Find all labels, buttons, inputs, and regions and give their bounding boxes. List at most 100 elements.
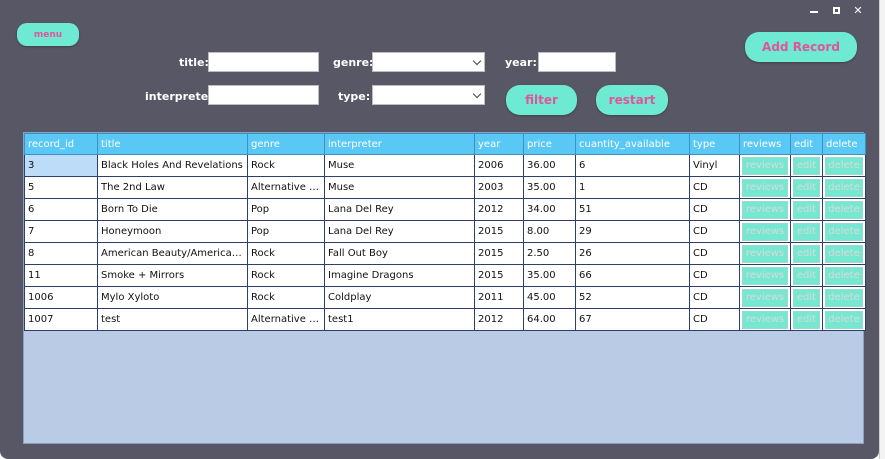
cell-title[interactable]: Mylo Xyloto (97, 286, 248, 309)
add-record-button[interactable]: Add Record (745, 32, 857, 62)
cell-interpreter[interactable]: Muse (324, 154, 475, 177)
cell-genre[interactable]: Rock (247, 286, 325, 309)
cell-record-id[interactable]: 11 (24, 264, 98, 287)
cell-year[interactable]: 2011 (474, 286, 524, 309)
delete-button[interactable]: delete (825, 288, 863, 307)
cell-record-id[interactable]: 1006 (24, 286, 98, 309)
cell-year[interactable]: 2015 (474, 242, 524, 265)
type-select[interactable] (372, 85, 485, 105)
cell-price[interactable]: 45.00 (523, 286, 576, 309)
cell-interpreter[interactable]: test1 (324, 308, 475, 331)
records-grid[interactable]: record_id title genre interpreter year price c… (23, 132, 866, 444)
table-row[interactable]: 7 Honeymoon Pop Lana Del Rey 2015 8.00 29 CD rev… (24, 220, 866, 243)
edit-button[interactable]: edit (793, 288, 820, 307)
table-row[interactable]: 11 Smoke + Mirrors Rock Imagine Dragons 2015… (24, 264, 866, 287)
title-input[interactable] (208, 52, 319, 72)
delete-button[interactable]: delete (825, 200, 863, 219)
table-row[interactable]: 6 Born To Die Pop Lana Del Rey 2012 34.00 51 CD… (24, 198, 866, 221)
cell-genre[interactable]: Pop (247, 220, 325, 243)
cell-title[interactable]: test (97, 308, 248, 331)
cell-type[interactable]: Vinyl (689, 154, 740, 177)
reviews-button[interactable]: reviews (742, 244, 788, 263)
edit-button[interactable]: edit (793, 156, 820, 175)
cell-cuantity-available[interactable]: 26 (575, 242, 690, 265)
cell-cuantity-available[interactable]: 29 (575, 220, 690, 243)
cell-price[interactable]: 35.00 (523, 264, 576, 287)
cell-genre[interactable]: Alternative Rock (247, 176, 325, 199)
cell-genre[interactable]: Rock (247, 264, 325, 287)
cell-title[interactable]: American Beauty/American Psy... (97, 242, 248, 265)
year-input[interactable] (538, 52, 616, 72)
column-header-price[interactable]: price (523, 133, 576, 155)
cell-price[interactable]: 2.50 (523, 242, 576, 265)
column-header-type[interactable]: type (689, 133, 740, 155)
minimize-button[interactable] (803, 3, 825, 17)
cell-price[interactable]: 64.00 (523, 308, 576, 331)
cell-genre[interactable]: Pop (247, 198, 325, 221)
genre-select[interactable] (372, 52, 485, 72)
cell-year[interactable]: 2015 (474, 220, 524, 243)
cell-year[interactable]: 2012 (474, 308, 524, 331)
column-header-year[interactable]: year (474, 133, 524, 155)
cell-interpreter[interactable]: Coldplay (324, 286, 475, 309)
delete-button[interactable]: delete (825, 266, 863, 285)
delete-button[interactable]: delete (825, 244, 863, 263)
column-header-genre[interactable]: genre (247, 133, 325, 155)
cell-type[interactable]: CD (689, 198, 740, 221)
cell-price[interactable]: 34.00 (523, 198, 576, 221)
edit-button[interactable]: edit (793, 244, 820, 263)
edit-button[interactable]: edit (793, 310, 820, 329)
cell-title[interactable]: Honeymoon (97, 220, 248, 243)
edit-button[interactable]: edit (793, 200, 820, 219)
reviews-button[interactable]: reviews (742, 266, 788, 285)
cell-interpreter[interactable]: Imagine Dragons (324, 264, 475, 287)
column-header-title[interactable]: title (97, 133, 248, 155)
cell-genre[interactable]: Alternative Rock (247, 308, 325, 331)
menu-button[interactable]: menu (17, 23, 79, 46)
cell-cuantity-available[interactable]: 1 (575, 176, 690, 199)
cell-year[interactable]: 2015 (474, 264, 524, 287)
cell-record-id[interactable]: 3 (24, 154, 98, 177)
cell-type[interactable]: CD (689, 308, 740, 331)
reviews-button[interactable]: reviews (742, 178, 788, 197)
cell-cuantity-available[interactable]: 51 (575, 198, 690, 221)
cell-genre[interactable]: Rock (247, 242, 325, 265)
reviews-button[interactable]: reviews (742, 310, 788, 329)
close-button[interactable]: ✕ (847, 3, 869, 17)
cell-type[interactable]: CD (689, 264, 740, 287)
edit-button[interactable]: edit (793, 178, 820, 197)
cell-type[interactable]: CD (689, 176, 740, 199)
column-header-edit[interactable]: edit (790, 133, 823, 155)
interpreter-input[interactable] (208, 85, 319, 105)
table-row[interactable]: 3 Black Holes And Revelations Rock Muse 2006… (24, 154, 866, 177)
cell-cuantity-available[interactable]: 67 (575, 308, 690, 331)
cell-record-id[interactable]: 5 (24, 176, 98, 199)
cell-title[interactable]: The 2nd Law (97, 176, 248, 199)
delete-button[interactable]: delete (825, 178, 863, 197)
cell-title[interactable]: Black Holes And Revelations (97, 154, 248, 177)
cell-year[interactable]: 2012 (474, 198, 524, 221)
cell-type[interactable]: CD (689, 220, 740, 243)
reviews-button[interactable]: reviews (742, 222, 788, 241)
delete-button[interactable]: delete (825, 310, 863, 329)
cell-cuantity-available[interactable]: 66 (575, 264, 690, 287)
cell-interpreter[interactable]: Fall Out Boy (324, 242, 475, 265)
cell-title[interactable]: Born To Die (97, 198, 248, 221)
column-header-reviews[interactable]: reviews (739, 133, 791, 155)
table-row[interactable]: 1006 Mylo Xyloto Rock Coldplay 2011 45.00 52 CD… (24, 286, 866, 309)
table-row[interactable]: 1007testAlternative Rocktest1201264.0067… (24, 308, 866, 331)
column-header-interpreter[interactable]: interpreter (324, 133, 475, 155)
cell-price[interactable]: 35.00 (523, 176, 576, 199)
cell-cuantity-available[interactable]: 6 (575, 154, 690, 177)
table-row[interactable]: 5The 2nd LawAlternative RockMuse200335.0… (24, 176, 866, 199)
delete-button[interactable]: delete (825, 222, 863, 241)
restart-button[interactable]: restart (596, 85, 668, 115)
cell-interpreter[interactable]: Lana Del Rey (324, 220, 475, 243)
cell-title[interactable]: Smoke + Mirrors (97, 264, 248, 287)
edit-button[interactable]: edit (793, 266, 820, 285)
reviews-button[interactable]: reviews (742, 200, 788, 219)
cell-year[interactable]: 2003 (474, 176, 524, 199)
cell-price[interactable]: 36.00 (523, 154, 576, 177)
reviews-button[interactable]: reviews (742, 156, 788, 175)
cell-genre[interactable]: Rock (247, 154, 325, 177)
